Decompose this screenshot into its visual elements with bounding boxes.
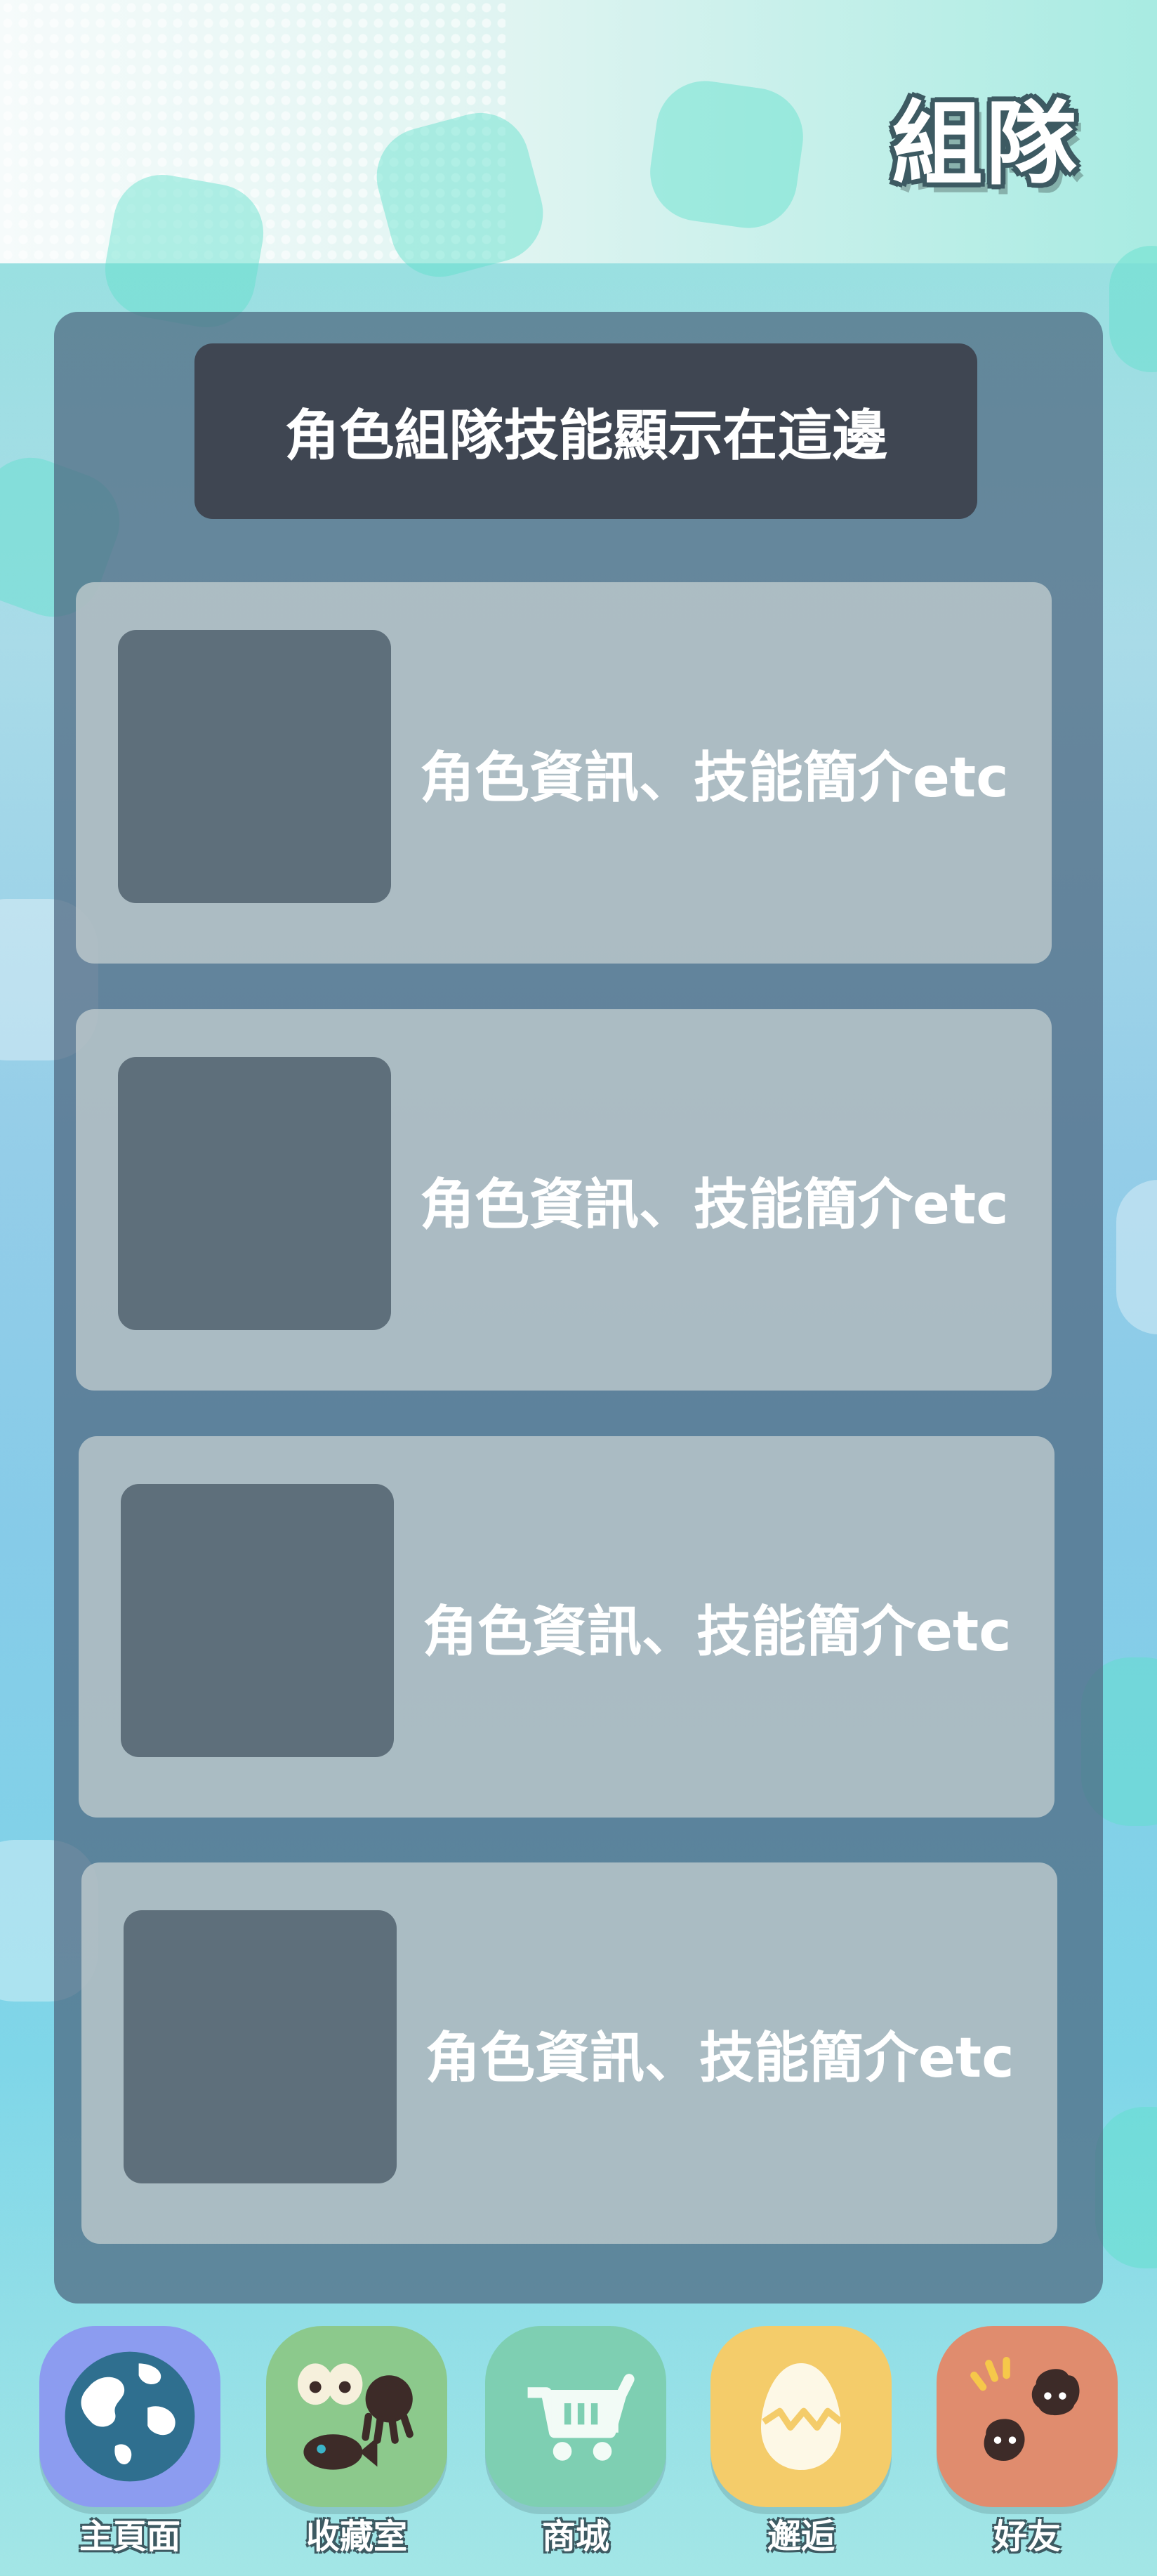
- character-info-text: 角色資訊、技能簡介etc: [420, 1173, 1009, 1237]
- nav-home-button[interactable]: [39, 2326, 220, 2507]
- nav-home-label: 主頁面: [79, 2517, 180, 2556]
- page-title: 組隊: [891, 91, 1080, 197]
- nav-item-friends[interactable]: 好友: [937, 2326, 1118, 2558]
- shopping-cart-icon: [527, 2374, 635, 2461]
- character-info-text: 角色資訊、技能簡介etc: [423, 1600, 1012, 1664]
- team-skill-banner: 角色組隊技能顯示在這邊: [194, 343, 977, 519]
- character-portrait[interactable]: [118, 630, 391, 903]
- nav-friends-button[interactable]: [937, 2326, 1118, 2507]
- character-portrait[interactable]: [121, 1484, 394, 1757]
- nav-item-shop[interactable]: 商城: [485, 2326, 666, 2558]
- bg-blob: [644, 74, 809, 235]
- character-card[interactable]: 角色資訊、技能簡介etc: [79, 1436, 1054, 1818]
- character-info-text: 角色資訊、技能簡介etc: [425, 2026, 1014, 2090]
- nav-shop-button[interactable]: [485, 2326, 666, 2507]
- nav-friends-label: 好友: [993, 2517, 1061, 2556]
- character-card[interactable]: 角色資訊、技能簡介etc: [76, 1009, 1052, 1391]
- character-portrait[interactable]: [124, 1910, 397, 2183]
- nav-item-collection[interactable]: 收藏室: [266, 2326, 447, 2558]
- bg-blob: [1109, 246, 1157, 372]
- nav-encounter-label: 邂逅: [767, 2517, 835, 2556]
- nav-collection-button[interactable]: [266, 2326, 447, 2507]
- character-info-text: 角色資訊、技能簡介etc: [420, 746, 1009, 810]
- bg-blob: [1116, 1180, 1157, 1334]
- cracked-egg-icon: [761, 2363, 843, 2470]
- globe-icon: [65, 2351, 195, 2482]
- nav-encounter-button[interactable]: [710, 2326, 892, 2507]
- nav-item-home[interactable]: 主頁面: [39, 2326, 220, 2558]
- friends-icon: [970, 2356, 1080, 2461]
- collection-creatures-icon: [298, 2363, 414, 2470]
- character-card[interactable]: 角色資訊、技能簡介etc: [76, 582, 1052, 964]
- character-card[interactable]: 角色資訊、技能簡介etc: [81, 1862, 1057, 2244]
- nav-item-encounter[interactable]: 邂逅: [710, 2326, 892, 2558]
- banner-text: 角色組隊技能顯示在這邊: [284, 405, 887, 468]
- bg-blob: [1095, 2107, 1157, 2268]
- nav-collection-label: 收藏室: [305, 2517, 407, 2556]
- nav-shop-label: 商城: [541, 2517, 609, 2556]
- character-portrait[interactable]: [118, 1057, 391, 1330]
